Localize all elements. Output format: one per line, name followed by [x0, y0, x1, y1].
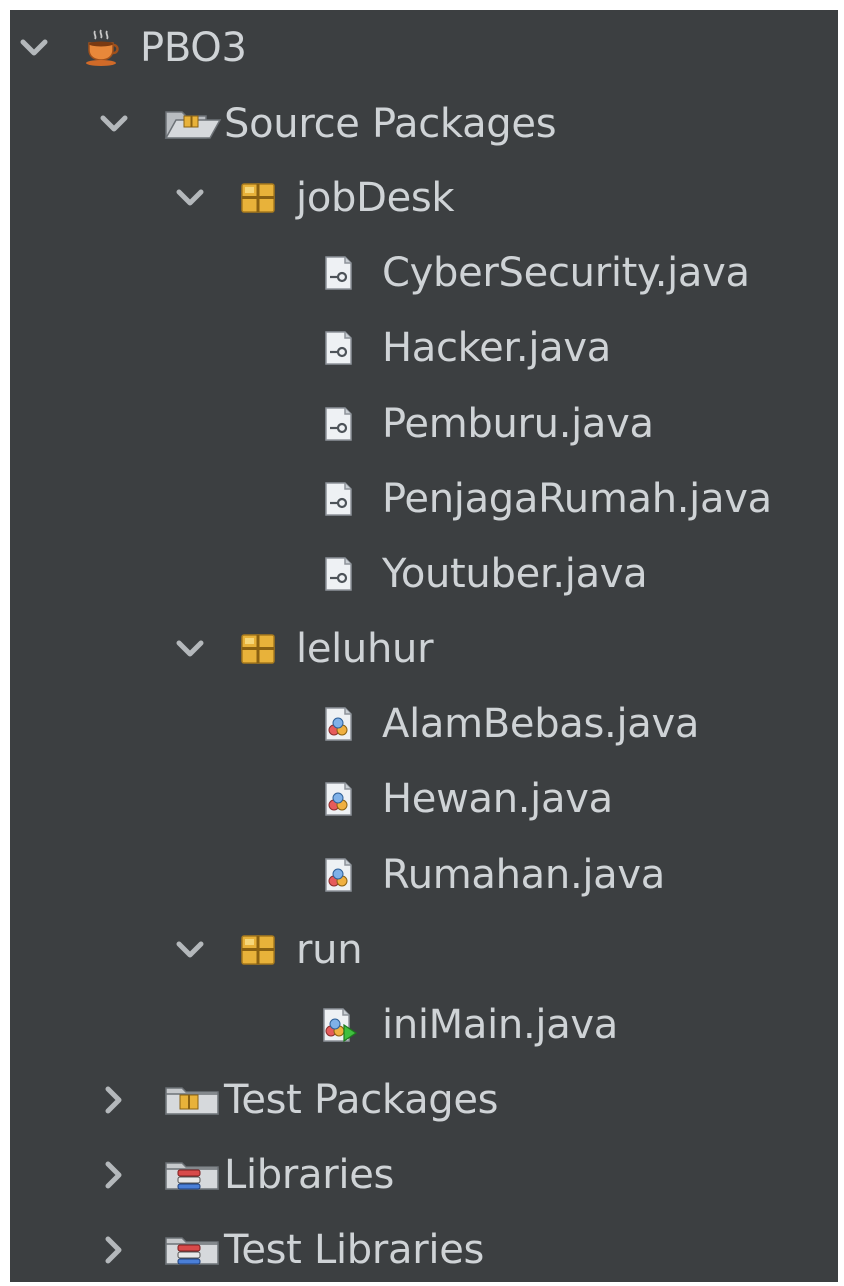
tree-node-label: Rumahan.java — [382, 852, 665, 898]
source-folder-open-icon — [162, 104, 222, 144]
tree-node-file[interactable]: Hacker.java — [10, 310, 838, 386]
tree-node-package-run[interactable]: run — [10, 912, 838, 988]
package-icon — [238, 178, 278, 218]
tree-node-file[interactable]: iniMain.java — [10, 987, 838, 1063]
tree-node-test-packages[interactable]: Test Packages — [10, 1062, 838, 1138]
tree-node-label: jobDesk — [296, 175, 455, 221]
coffee-cup-icon — [82, 28, 122, 68]
chevron-down-icon[interactable] — [94, 104, 134, 144]
tree-node-label: CyberSecurity.java — [382, 250, 750, 296]
tree-node-label: leluhur — [296, 626, 434, 672]
tree-node-file[interactable]: AlamBebas.java — [10, 686, 838, 762]
chevron-right-icon[interactable] — [94, 1230, 134, 1270]
test-folder-icon — [162, 1080, 222, 1120]
tree-node-label: Hewan.java — [382, 776, 613, 822]
tree-node-package-jobdesk[interactable]: jobDesk — [10, 160, 838, 236]
package-icon — [238, 629, 278, 669]
tree-node-file[interactable]: Pemburu.java — [10, 386, 838, 462]
library-folder-icon — [162, 1230, 222, 1270]
tree-node-libraries[interactable]: Libraries — [10, 1137, 838, 1213]
tree-node-source-packages[interactable]: Source Packages — [10, 86, 838, 162]
tree-node-label: Hacker.java — [382, 325, 611, 371]
chevron-right-icon[interactable] — [94, 1155, 134, 1195]
tree-node-label: Test Libraries — [224, 1227, 485, 1273]
main-class-file-icon — [318, 1005, 358, 1045]
tree-node-project[interactable]: PBO3 — [10, 10, 838, 86]
tree-node-package-leluhur[interactable]: leluhur — [10, 611, 838, 687]
library-folder-icon — [162, 1155, 222, 1195]
chevron-down-icon[interactable] — [170, 178, 210, 218]
class-file-icon — [318, 704, 358, 744]
chevron-down-icon[interactable] — [170, 629, 210, 669]
tree-node-label: Pemburu.java — [382, 401, 654, 447]
tree-node-label: Test Packages — [224, 1077, 499, 1123]
tree-node-file[interactable]: CyberSecurity.java — [10, 235, 838, 311]
tree-node-file[interactable]: Youtuber.java — [10, 536, 838, 612]
tree-node-label: Source Packages — [224, 101, 557, 147]
tree-node-label: Libraries — [224, 1152, 395, 1198]
tree-node-label: PBO3 — [140, 25, 247, 71]
tree-node-file[interactable]: Hewan.java — [10, 761, 838, 837]
tree-node-file[interactable]: PenjagaRumah.java — [10, 461, 838, 537]
chevron-right-icon[interactable] — [94, 1080, 134, 1120]
chevron-down-icon[interactable] — [170, 930, 210, 970]
class-file-icon — [318, 855, 358, 895]
tree-node-label: AlamBebas.java — [382, 701, 700, 747]
interface-file-icon — [318, 404, 358, 444]
class-file-icon — [318, 779, 358, 819]
interface-file-icon — [318, 328, 358, 368]
interface-file-icon — [318, 554, 358, 594]
interface-file-icon — [318, 479, 358, 519]
interface-file-icon — [318, 253, 358, 293]
tree-node-label: iniMain.java — [382, 1002, 618, 1048]
tree-node-label: PenjagaRumah.java — [382, 476, 772, 522]
tree-node-test-libraries[interactable]: Test Libraries — [10, 1212, 838, 1282]
package-icon — [238, 930, 278, 970]
tree-node-file[interactable]: Rumahan.java — [10, 837, 838, 913]
chevron-down-icon[interactable] — [14, 28, 54, 68]
tree-node-label: Youtuber.java — [382, 551, 648, 597]
projects-tree-panel: PBO3 Source Packages jobDesk CyberSecuri… — [10, 10, 838, 1282]
tree-node-label: run — [296, 927, 363, 973]
